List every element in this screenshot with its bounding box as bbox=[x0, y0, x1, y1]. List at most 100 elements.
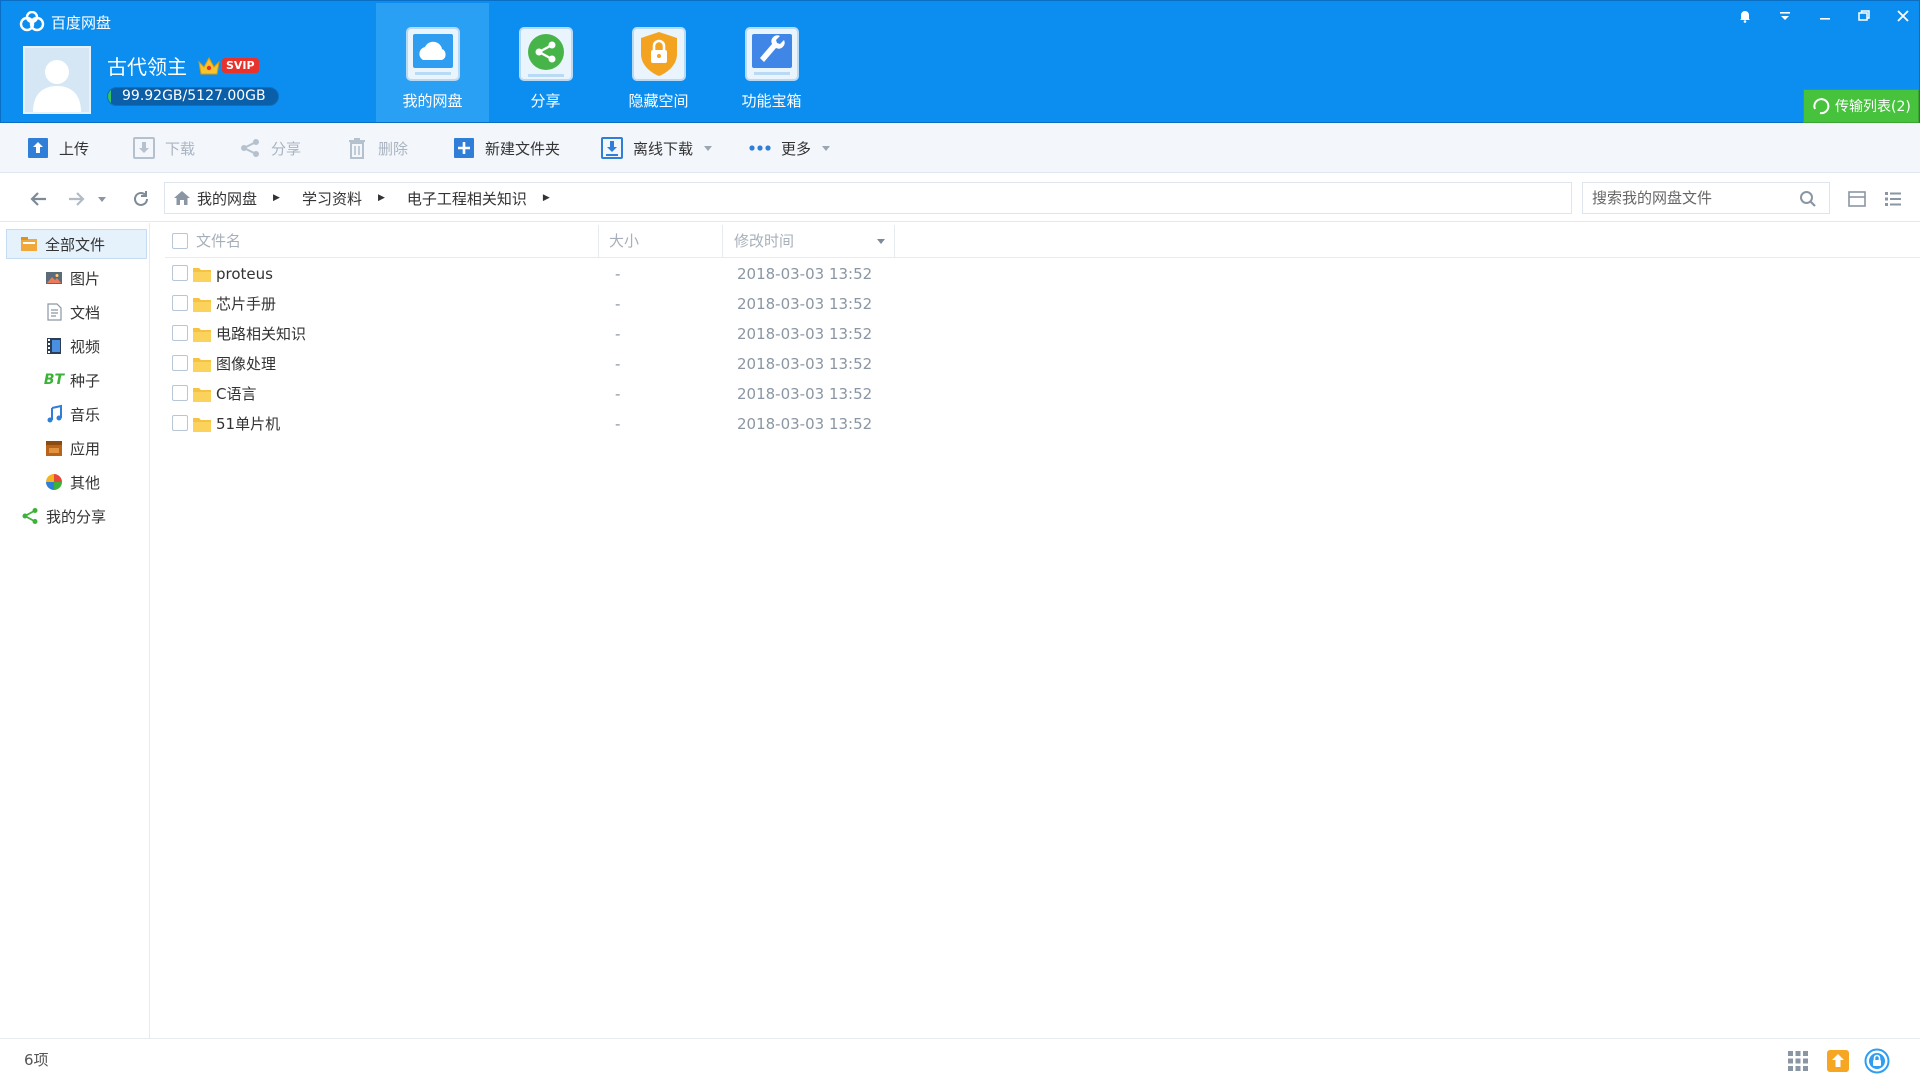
refresh-button[interactable] bbox=[128, 186, 154, 212]
lock-shield-icon bbox=[631, 27, 686, 81]
upload-task-button[interactable] bbox=[1825, 1048, 1851, 1074]
tab-toolbox[interactable]: 功能宝箱 bbox=[715, 3, 828, 122]
table-row[interactable]: proteus - 2018-03-03 13:52 bbox=[165, 259, 1045, 289]
other-icon bbox=[44, 472, 64, 492]
file-name[interactable]: 芯片手册 bbox=[216, 289, 276, 319]
upload-box-icon bbox=[1827, 1050, 1849, 1072]
offline-download-button[interactable]: 离线下载 bbox=[600, 135, 713, 161]
avatar[interactable] bbox=[23, 46, 91, 114]
table-row[interactable]: 芯片手册 - 2018-03-03 13:52 bbox=[165, 289, 1045, 319]
grid-icon bbox=[1788, 1051, 1808, 1071]
table-row[interactable]: 51单片机 - 2018-03-03 13:52 bbox=[165, 409, 1045, 439]
sidebar-item-my-share[interactable]: 我的分享 bbox=[20, 501, 106, 531]
tab-share[interactable]: 分享 bbox=[489, 3, 602, 122]
tab-label: 我的网盘 bbox=[402, 92, 463, 110]
transfer-list-button[interactable]: 传输列表(2) bbox=[1803, 89, 1919, 123]
close-button[interactable] bbox=[1886, 3, 1920, 29]
table-row[interactable]: C语言 - 2018-03-03 13:52 bbox=[165, 379, 1045, 409]
file-name[interactable]: 图像处理 bbox=[216, 349, 276, 379]
music-icon bbox=[44, 404, 64, 424]
column-divider[interactable] bbox=[894, 225, 895, 258]
chevron-down-icon bbox=[822, 146, 831, 151]
row-checkbox[interactable] bbox=[172, 355, 188, 371]
column-header-modified[interactable]: 修改时间 bbox=[734, 223, 892, 258]
file-list: 文件名 大小 修改时间 proteus -2018-03-03 13:52 芯片手册… bbox=[151, 223, 1920, 1038]
table-row[interactable]: 电路相关知识 - 2018-03-03 13:52 bbox=[165, 319, 1045, 349]
file-name[interactable]: C语言 bbox=[216, 379, 256, 409]
bell-icon bbox=[1740, 11, 1750, 23]
file-size: - bbox=[615, 325, 621, 343]
search-box[interactable] bbox=[1582, 182, 1830, 214]
column-divider[interactable] bbox=[598, 225, 599, 258]
sidebar-item-label: 图片 bbox=[70, 269, 101, 288]
download-button[interactable]: 下载 bbox=[132, 135, 195, 161]
share-button[interactable]: 分享 bbox=[238, 135, 301, 161]
share-icon bbox=[241, 139, 259, 157]
download-label: 下载 bbox=[165, 139, 196, 158]
upload-label: 上传 bbox=[59, 139, 90, 158]
folder-icon bbox=[192, 385, 212, 407]
sidebar-item-videos[interactable]: 视频 bbox=[44, 331, 100, 361]
sidebar-item-documents[interactable]: 文档 bbox=[44, 297, 100, 327]
sidebar-item-images[interactable]: 图片 bbox=[44, 263, 100, 293]
baidu-cloud-logo-icon bbox=[19, 11, 45, 32]
breadcrumb-label: 电子工程相关知识 bbox=[406, 189, 527, 208]
panel-layout-icon bbox=[1848, 191, 1866, 207]
table-row[interactable]: 图像处理 - 2018-03-03 13:52 bbox=[165, 349, 1045, 379]
caret-right-icon[interactable]: ▶ bbox=[378, 193, 385, 203]
file-size: - bbox=[615, 385, 621, 403]
row-checkbox[interactable] bbox=[172, 295, 188, 311]
more-button[interactable]: 更多 bbox=[748, 135, 831, 161]
row-checkbox[interactable] bbox=[172, 385, 188, 401]
back-button[interactable] bbox=[26, 186, 52, 212]
file-name[interactable]: proteus bbox=[216, 259, 273, 289]
file-size: - bbox=[615, 415, 621, 433]
forward-button[interactable] bbox=[63, 186, 89, 212]
history-dropdown[interactable] bbox=[94, 186, 110, 212]
image-icon bbox=[44, 268, 64, 288]
list-view-button[interactable] bbox=[1882, 188, 1904, 210]
sidebar-item-torrents[interactable]: BT 种子 bbox=[44, 365, 100, 395]
bt-icon: BT bbox=[43, 372, 65, 388]
column-header-name[interactable]: 文件名 bbox=[196, 223, 241, 258]
notification-button[interactable] bbox=[1728, 3, 1762, 29]
new-folder-button[interactable]: 新建文件夹 bbox=[452, 135, 560, 161]
sidebar-item-music[interactable]: 音乐 bbox=[44, 399, 100, 429]
select-all-checkbox[interactable] bbox=[172, 223, 188, 258]
menu-button[interactable] bbox=[1768, 3, 1802, 29]
chevron-down-icon bbox=[704, 146, 713, 151]
sidebar-item-apps[interactable]: 应用 bbox=[44, 433, 100, 463]
folder-icon bbox=[192, 415, 212, 437]
tab-hidden-space[interactable]: 隐藏空间 bbox=[602, 3, 715, 122]
row-checkbox[interactable] bbox=[172, 265, 188, 281]
file-name[interactable]: 电路相关知识 bbox=[216, 319, 306, 349]
breadcrumb-item-study[interactable]: 学习资料 ▶ bbox=[302, 188, 385, 209]
minimize-button[interactable] bbox=[1808, 3, 1842, 29]
panel-view-button[interactable] bbox=[1846, 188, 1868, 210]
sidebar-item-other[interactable]: 其他 bbox=[44, 467, 100, 497]
search-input[interactable] bbox=[1583, 183, 1783, 213]
username-text: 古代领主 bbox=[107, 55, 187, 79]
sidebar-item-all-files[interactable]: 全部文件 bbox=[6, 229, 147, 259]
column-divider[interactable] bbox=[722, 225, 723, 258]
home-icon[interactable] bbox=[173, 189, 191, 207]
file-size: - bbox=[615, 295, 621, 313]
row-checkbox[interactable] bbox=[172, 325, 188, 341]
delete-button[interactable]: 删除 bbox=[345, 135, 408, 161]
video-icon bbox=[44, 336, 64, 356]
upload-button[interactable]: 上传 bbox=[26, 135, 89, 161]
grid-view-button[interactable] bbox=[1785, 1048, 1811, 1074]
search-icon[interactable] bbox=[1799, 190, 1817, 208]
restore-button[interactable] bbox=[1847, 3, 1881, 29]
breadcrumb-label: 学习资料 bbox=[301, 189, 362, 208]
file-name[interactable]: 51单片机 bbox=[216, 409, 280, 439]
username[interactable]: 古代领主 SVIP bbox=[107, 51, 259, 80]
row-checkbox[interactable] bbox=[172, 415, 188, 431]
column-header-size[interactable]: 大小 bbox=[609, 223, 639, 258]
caret-right-icon[interactable]: ▶ bbox=[273, 193, 280, 203]
caret-right-icon[interactable]: ▶ bbox=[543, 193, 550, 203]
security-button[interactable] bbox=[1864, 1048, 1890, 1074]
tab-my-drive[interactable]: 我的网盘 bbox=[376, 3, 489, 122]
breadcrumb-item-ee[interactable]: 电子工程相关知识 ▶ bbox=[407, 188, 550, 209]
breadcrumb-item-my-drive[interactable]: 我的网盘 ▶ bbox=[197, 188, 280, 209]
